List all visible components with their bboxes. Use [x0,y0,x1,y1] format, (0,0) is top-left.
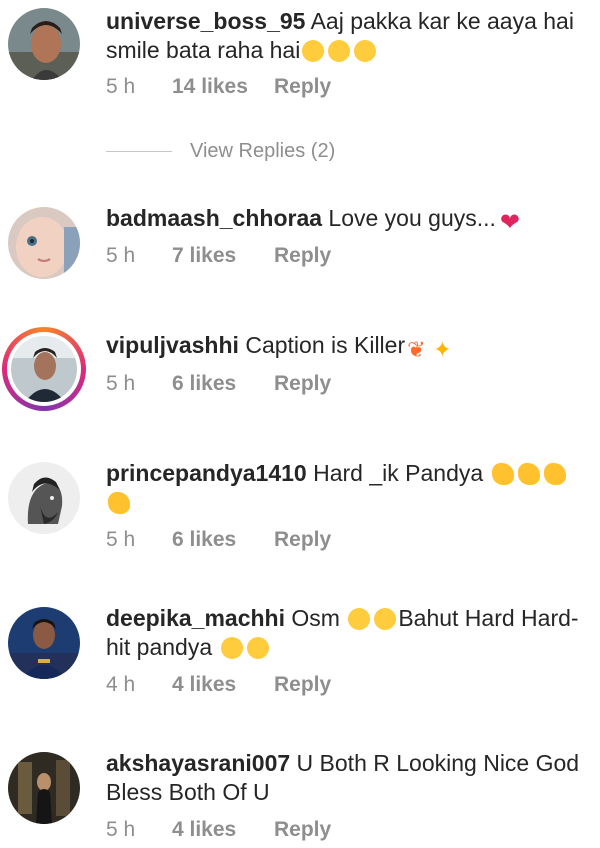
avatar[interactable] [8,462,80,534]
kissing-emoji-icon [374,608,397,630]
comment-meta: 4 h 4 likes Reply [106,673,331,697]
grinning-emoji-icon [354,40,377,62]
comment-text: princepandya1410 Hard _ik Pandya [106,459,590,517]
comment-text: vipuljvashhi Caption is Killer❦ ✦ [106,331,590,362]
view-replies-divider [106,151,172,153]
comment-likes[interactable]: 14 likes [172,75,274,99]
avatar-photo-icon [8,752,80,824]
comment-username[interactable]: universe_boss_95 [106,8,305,34]
heart-eyes-emoji-icon [220,637,243,659]
view-replies-label[interactable]: View Replies (2) [190,140,335,162]
reply-button[interactable]: Reply [274,818,331,842]
comment-meta: 5 h 6 likes Reply [106,372,331,396]
comment-username[interactable]: badmaash_chhoraa [106,205,322,231]
avatar[interactable] [8,207,80,279]
comment-likes[interactable]: 7 likes [172,244,274,268]
comment-username[interactable]: deepika_machhi [106,605,285,631]
comment-likes[interactable]: 4 likes [172,673,274,697]
avatar-story-ring[interactable] [2,327,86,411]
comment-likes[interactable]: 4 likes [172,818,274,842]
avatar[interactable] [8,607,80,679]
grinning-emoji-icon [328,40,351,62]
comment-meta: 5 h 7 likes Reply [106,244,331,268]
kissing-emoji-icon [246,637,269,659]
comment-body: Love you guys... [328,205,496,231]
reply-button[interactable]: Reply [274,244,331,268]
grinning-emoji-icon [302,40,325,62]
comment-meta: 5 h 14 likes Reply [106,75,331,99]
tulip-emoji-icon: ❦ [407,337,426,362]
comment-text: deepika_machhi Osm Bahut Hard Hard-hit p… [106,604,590,662]
comment-username[interactable]: vipuljvashhi [106,332,239,358]
comment-time: 5 h [106,818,136,841]
avatar [7,332,81,406]
comment-meta: 5 h 6 likes Reply [106,528,331,552]
flexed-biceps-emoji-icon [543,463,566,485]
avatar-photo-icon [11,336,77,402]
heart-emoji-icon: ❤ [499,209,520,236]
comment-body: Caption is Killer [245,332,406,358]
comment-username[interactable]: princepandya1410 [106,460,307,486]
comment-time: 5 h [106,528,136,551]
comment-time: 4 h [106,673,136,696]
comment-likes[interactable]: 6 likes [172,372,274,396]
comment-time: 5 h [106,372,136,395]
flexed-biceps-emoji-icon [517,463,540,485]
flexed-biceps-emoji-icon [108,492,130,514]
avatar-photo-icon [8,8,80,80]
reply-button[interactable]: Reply [274,528,331,552]
avatar-photo-icon [8,607,80,679]
avatar[interactable] [8,752,80,824]
comment-body: Hard _ik Pandya [313,460,484,486]
comment-time: 5 h [106,75,136,98]
comment-meta: 5 h 4 likes Reply [106,818,331,842]
reply-button[interactable]: Reply [274,673,331,697]
comment-username[interactable]: akshayasrani007 [106,750,290,776]
view-replies-button[interactable]: View Replies (2) [106,140,335,163]
kissing-emoji-icon [348,608,371,630]
comment-time: 5 h [106,244,136,267]
avatar-photo-icon [8,207,80,279]
avatar-photo-icon [8,462,80,534]
comment-text: akshayasrani007 U Both R Looking Nice Go… [106,749,590,807]
flexed-biceps-emoji-icon [491,463,514,485]
sparkles-emoji-icon: ✦ [433,337,452,362]
avatar[interactable] [8,8,80,80]
comment-body: Osm [291,605,340,631]
comment-likes[interactable]: 6 likes [172,528,274,552]
comment-text: badmaash_chhoraa Love you guys... ❤ [106,204,590,236]
reply-button[interactable]: Reply [274,75,331,99]
comment-text: universe_boss_95 Aaj pakka kar ke aaya h… [106,7,590,65]
reply-button[interactable]: Reply [274,372,331,396]
